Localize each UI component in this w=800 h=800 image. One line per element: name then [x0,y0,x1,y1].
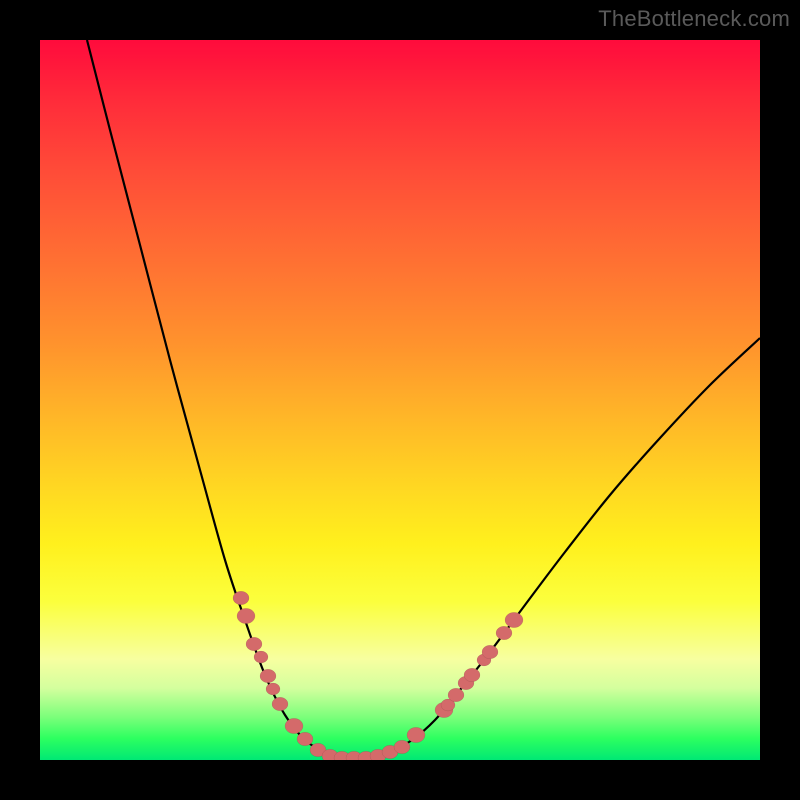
bottleneck-curve [87,40,760,759]
data-dot [482,645,498,659]
data-dot [496,626,512,640]
data-dots-group [233,591,523,760]
data-dot [272,697,288,711]
plot-area [40,40,760,760]
data-dot [246,637,262,651]
watermark-text: TheBottleneck.com [598,6,790,32]
data-dot [464,668,480,682]
data-dot [266,683,280,695]
data-dot [394,740,410,754]
data-dot [407,727,425,742]
data-dot [260,669,276,683]
data-dot [237,608,255,623]
outer-frame: TheBottleneck.com [0,0,800,800]
data-dot [254,651,268,663]
data-dot [505,612,523,627]
data-dot [297,732,313,746]
data-dot [285,718,303,733]
data-dot [448,688,464,702]
data-dot [233,591,249,605]
chart-overlay [40,40,760,760]
